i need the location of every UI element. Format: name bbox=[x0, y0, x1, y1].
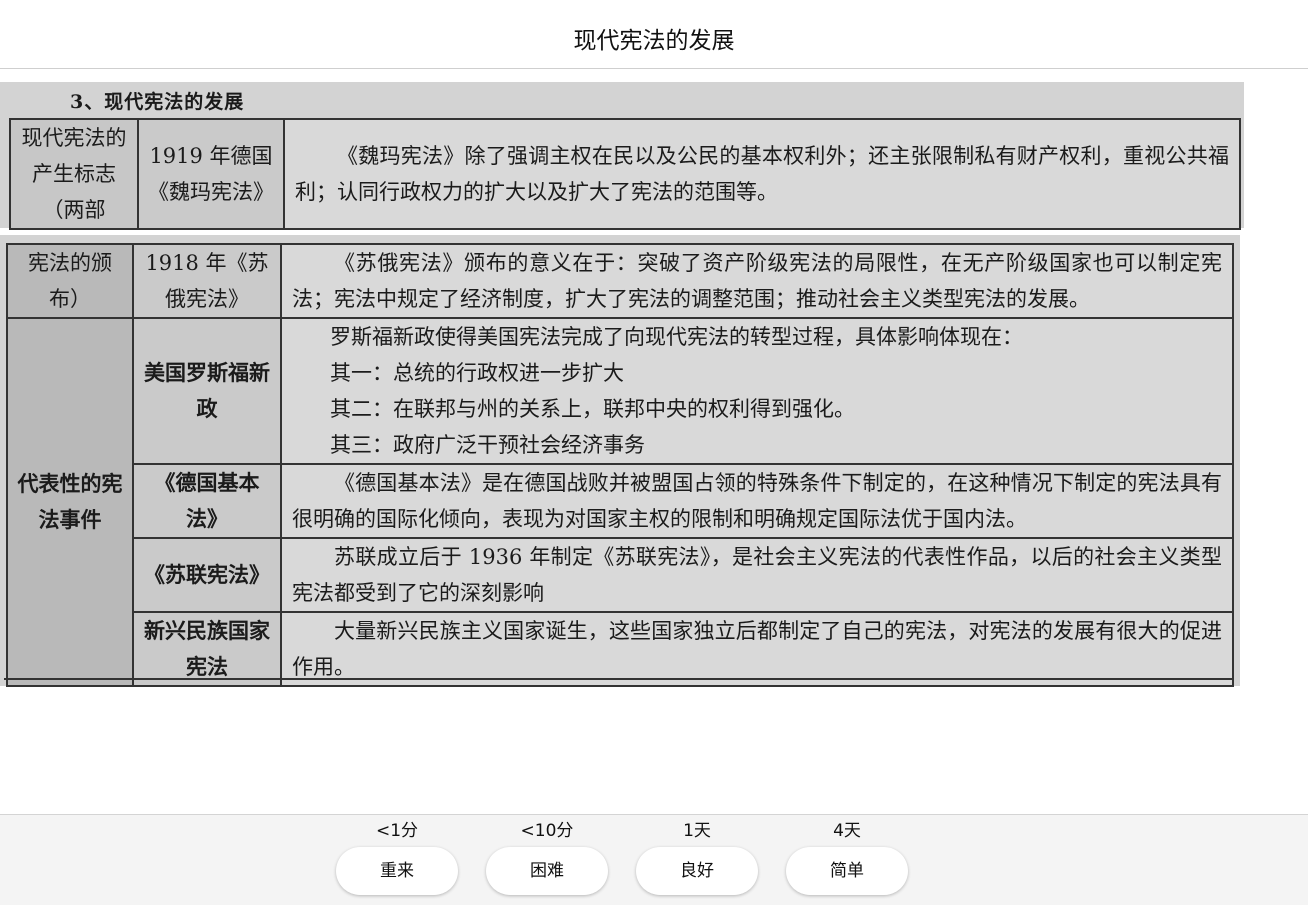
description-intro: 罗斯福新政使得美国宪法完成了向现代宪法的转型过程，具体影响体现在： bbox=[330, 325, 1023, 349]
section-heading: 3、现代宪法的发展 bbox=[70, 91, 245, 113]
good-button[interactable]: 良好 bbox=[636, 847, 758, 895]
cell-description: 苏联成立后于 1936 年制定《苏联宪法》，是社会主义宪法的代表性作品，以后的社… bbox=[280, 537, 1234, 613]
table-row: 《苏联宪法》 苏联成立后于 1936 年制定《苏联宪法》，是社会主义宪法的代表性… bbox=[7, 537, 1234, 613]
description-point: 其一：总统的行政权进一步扩大 bbox=[330, 361, 624, 385]
card-title: 现代宪法的发展 bbox=[573, 28, 735, 54]
cell-description: 《德国基本法》是在德国战败并被盟国占领的特殊条件下制定的，在这种情况下制定的宪法… bbox=[280, 463, 1234, 539]
answer-easy: 4天 简单 bbox=[786, 815, 908, 895]
cell-event: 《德国基本法》 bbox=[132, 463, 282, 539]
easy-button[interactable]: 简单 bbox=[786, 847, 908, 895]
table-bottom: 宪法的颁布） 1918 年《苏俄宪法》 《苏俄宪法》颁布的意义在于：突破了资产阶… bbox=[6, 243, 1234, 687]
cell-event: 新兴民族国家宪法 bbox=[132, 611, 282, 687]
table-row: 现代宪法的产生标志（两部 1919 年德国《魏玛宪法》 《魏玛宪法》除了强调主权… bbox=[9, 118, 1241, 230]
cropped-row-edge bbox=[4, 678, 1234, 686]
cell-category: 现代宪法的产生标志（两部 bbox=[9, 118, 139, 230]
table-row: 代表性的宪法事件 美国罗斯福新政 罗斯福新政使得美国宪法完成了向现代宪法的转型过… bbox=[6, 317, 1234, 687]
description-point: 其三：政府广泛干预社会经济事务 bbox=[330, 433, 645, 457]
table-row: 《德国基本法》 《德国基本法》是在德国战败并被盟国占领的特殊条件下制定的，在这种… bbox=[7, 463, 1234, 539]
interval-label: <10分 bbox=[520, 821, 574, 841]
card-title-bar: 现代宪法的发展 bbox=[0, 0, 1308, 69]
cell-category: 宪法的颁布） bbox=[6, 243, 134, 319]
cell-event: 美国罗斯福新政 bbox=[132, 317, 282, 465]
cell-event: 《苏联宪法》 bbox=[132, 537, 282, 613]
answer-again: <1分 重来 bbox=[336, 815, 458, 895]
description-point: 其二：在联邦与州的关系上，联邦中央的权利得到强化。 bbox=[330, 397, 855, 421]
interval-label: 1天 bbox=[683, 821, 711, 841]
cell-event: 1918 年《苏俄宪法》 bbox=[132, 243, 282, 319]
scanned-image-bottom: 宪法的颁布） 1918 年《苏俄宪法》 《苏俄宪法》颁布的意义在于：突破了资产阶… bbox=[0, 235, 1240, 687]
scanned-image-top: 3、现代宪法的发展 现代宪法的产生标志（两部 1919 年德国《魏玛宪法》 《魏… bbox=[0, 82, 1244, 230]
answer-hard: <10分 困难 bbox=[486, 815, 608, 895]
cell-description: 罗斯福新政使得美国宪法完成了向现代宪法的转型过程，具体影响体现在： 其一：总统的… bbox=[280, 317, 1234, 465]
table-row: 新兴民族国家宪法 大量新兴民族主义国家诞生，这些国家独立后都制定了自己的宪法，对… bbox=[7, 611, 1234, 687]
answer-bar: <1分 重来 <10分 困难 1天 良好 4天 简单 bbox=[0, 814, 1308, 905]
hard-button[interactable]: 困难 bbox=[486, 847, 608, 895]
again-button[interactable]: 重来 bbox=[336, 847, 458, 895]
interval-label: 4天 bbox=[833, 821, 861, 841]
table-top: 现代宪法的产生标志（两部 1919 年德国《魏玛宪法》 《魏玛宪法》除了强调主权… bbox=[9, 118, 1241, 230]
cell-event: 1919 年德国《魏玛宪法》 bbox=[137, 118, 285, 230]
cell-description: 《苏俄宪法》颁布的意义在于：突破了资产阶级宪法的局限性，在无产阶级国家也可以制定… bbox=[280, 243, 1234, 319]
interval-label: <1分 bbox=[375, 821, 419, 841]
cell-group-label: 代表性的宪法事件 bbox=[6, 317, 134, 687]
answer-good: 1天 良好 bbox=[636, 815, 758, 895]
cell-description: 大量新兴民族主义国家诞生，这些国家独立后都制定了自己的宪法，对宪法的发展有很大的… bbox=[280, 611, 1234, 687]
cell-description: 《魏玛宪法》除了强调主权在民以及公民的基本权利外；还主张限制私有财产权利，重视公… bbox=[283, 118, 1241, 230]
table-row: 宪法的颁布） 1918 年《苏俄宪法》 《苏俄宪法》颁布的意义在于：突破了资产阶… bbox=[6, 243, 1234, 319]
